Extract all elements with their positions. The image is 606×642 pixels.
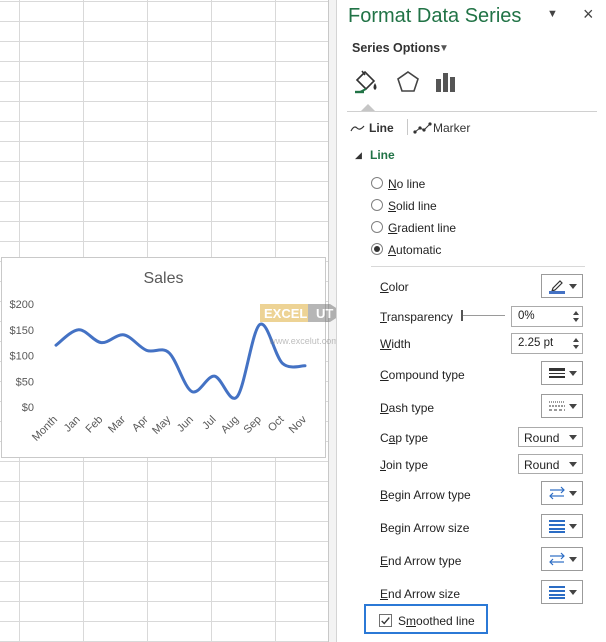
- gradient-line-label[interactable]: Gradient line: [388, 221, 456, 235]
- arrow-type-icon: [549, 552, 565, 566]
- width-value[interactable]: 2.25 pt: [518, 337, 553, 349]
- series-options-bars-icon[interactable]: [432, 68, 460, 96]
- x-tick-label: Jul: [200, 414, 218, 432]
- x-tick-label: Feb: [83, 414, 105, 436]
- solid-line-radio[interactable]: [371, 199, 383, 211]
- series-options-dropdown[interactable]: Series Options: [352, 41, 440, 55]
- begin-arrow-type-label: Begin Arrow type: [380, 488, 471, 502]
- pen-color-icon: [549, 280, 565, 294]
- color-picker-button[interactable]: [541, 274, 583, 298]
- chevron-down-icon[interactable]: [569, 435, 577, 440]
- arrow-size-icon: [549, 586, 565, 599]
- color-label: Color: [380, 280, 409, 294]
- smoothed-line-label[interactable]: Smoothed line: [398, 614, 475, 628]
- arrow-size-icon: [549, 520, 565, 533]
- no-line-radio[interactable]: [371, 177, 383, 189]
- format-data-series-pane: Format Data Series ▼ × Series Options ▼ …: [336, 0, 606, 642]
- y-tick-label: $150: [10, 325, 34, 337]
- chevron-down-icon[interactable]: ▼: [439, 43, 449, 54]
- compound-type-label: Compound type: [380, 368, 465, 382]
- width-spinner[interactable]: 2.25 pt: [511, 333, 583, 354]
- compound-lines-icon: [549, 368, 565, 378]
- join-type-label: Join type: [380, 458, 429, 472]
- end-arrow-size-label: End Arrow size: [380, 587, 461, 601]
- end-arrow-size-button[interactable]: [541, 580, 583, 604]
- width-label: Width: [380, 337, 411, 351]
- end-arrow-type-label: End Arrow type: [380, 554, 462, 568]
- y-tick-label: $100: [10, 351, 34, 363]
- transparency-value[interactable]: 0%: [518, 310, 535, 322]
- x-tick-label: Month: [30, 414, 60, 444]
- transparency-label: Transparency: [380, 310, 453, 324]
- begin-arrow-size-button[interactable]: [541, 514, 583, 538]
- close-icon[interactable]: ×: [583, 4, 594, 25]
- compound-type-button[interactable]: [541, 361, 583, 385]
- spin-up-icon[interactable]: [573, 338, 579, 342]
- x-tick-label: May: [150, 413, 174, 437]
- x-tick-label: Jan: [62, 414, 83, 435]
- effects-pentagon-icon[interactable]: [394, 68, 422, 96]
- chevron-down-icon[interactable]: [569, 371, 577, 376]
- x-tick-label: Jun: [175, 414, 196, 435]
- spin-up-icon[interactable]: [573, 311, 579, 315]
- tab-line-label[interactable]: Line: [369, 121, 394, 135]
- x-tick-label: Apr: [130, 413, 151, 434]
- line-tab-icon: [350, 125, 365, 132]
- transparency-slider-track[interactable]: [463, 315, 505, 316]
- chart-plot: $0 $50 $100 $150 $200 Month Jan Feb Mar Apr May Jun…: [10, 299, 310, 444]
- join-type-select[interactable]: Round: [518, 454, 583, 474]
- chevron-down-icon[interactable]: [569, 590, 577, 595]
- collapse-triangle-icon[interactable]: ◢: [355, 150, 362, 161]
- dash-lines-icon: [549, 401, 565, 411]
- transparency-slider-thumb[interactable]: [461, 310, 463, 321]
- no-line-label[interactable]: No line: [388, 177, 425, 191]
- tab-separator: [407, 119, 408, 135]
- divider: [347, 111, 597, 112]
- x-tick-label: Nov: [287, 413, 310, 436]
- join-type-value[interactable]: Round: [524, 458, 559, 472]
- chevron-down-icon[interactable]: [569, 462, 577, 467]
- y-tick-label: $0: [22, 402, 34, 414]
- worksheet-scroll-edge: [328, 0, 336, 642]
- line-section-header[interactable]: Line: [370, 148, 395, 162]
- spin-down-icon[interactable]: [573, 345, 579, 349]
- smoothed-line-checkbox[interactable]: [379, 614, 392, 627]
- begin-arrow-type-button[interactable]: [541, 481, 583, 505]
- dash-type-label: Dash type: [380, 401, 435, 415]
- spin-down-icon[interactable]: [573, 318, 579, 322]
- end-arrow-type-button[interactable]: [541, 547, 583, 571]
- tab-marker-label[interactable]: Marker: [433, 121, 470, 135]
- sales-chart[interactable]: Sales $0 $50 $100 $150 $200 Month Jan Feb Mar Apr…: [1, 257, 326, 458]
- divider: [371, 266, 585, 267]
- y-tick-label: $50: [16, 376, 34, 388]
- selected-category-pointer: [361, 104, 375, 111]
- pane-title: Format Data Series: [348, 5, 522, 27]
- gradient-line-radio[interactable]: [371, 221, 383, 233]
- automatic-label[interactable]: Automatic: [388, 243, 441, 257]
- task-pane-options-icon[interactable]: ▼: [547, 8, 558, 20]
- transparency-spinner[interactable]: 0%: [511, 306, 583, 327]
- chevron-down-icon[interactable]: [569, 524, 577, 529]
- solid-line-label[interactable]: Solid line: [388, 199, 437, 213]
- automatic-radio[interactable]: [371, 243, 383, 255]
- cap-type-label: Cap type: [380, 431, 429, 445]
- chevron-down-icon[interactable]: [569, 491, 577, 496]
- x-tick-label: Oct: [266, 414, 287, 435]
- x-tick-label: Mar: [106, 413, 128, 435]
- fill-line-icon[interactable]: [352, 68, 380, 96]
- arrow-type-icon: [549, 486, 565, 500]
- x-tick-label: Aug: [219, 414, 241, 436]
- begin-arrow-size-label: Begin Arrow size: [380, 521, 470, 535]
- cap-type-select[interactable]: Round: [518, 427, 583, 447]
- y-tick-label: $200: [10, 299, 34, 311]
- chevron-down-icon[interactable]: [569, 557, 577, 562]
- cap-type-value[interactable]: Round: [524, 431, 559, 445]
- dash-type-button[interactable]: [541, 394, 583, 418]
- series-line[interactable]: [54, 322, 307, 400]
- x-tick-label: Sep: [242, 414, 264, 436]
- chevron-down-icon[interactable]: [569, 284, 577, 289]
- chevron-down-icon[interactable]: [569, 404, 577, 409]
